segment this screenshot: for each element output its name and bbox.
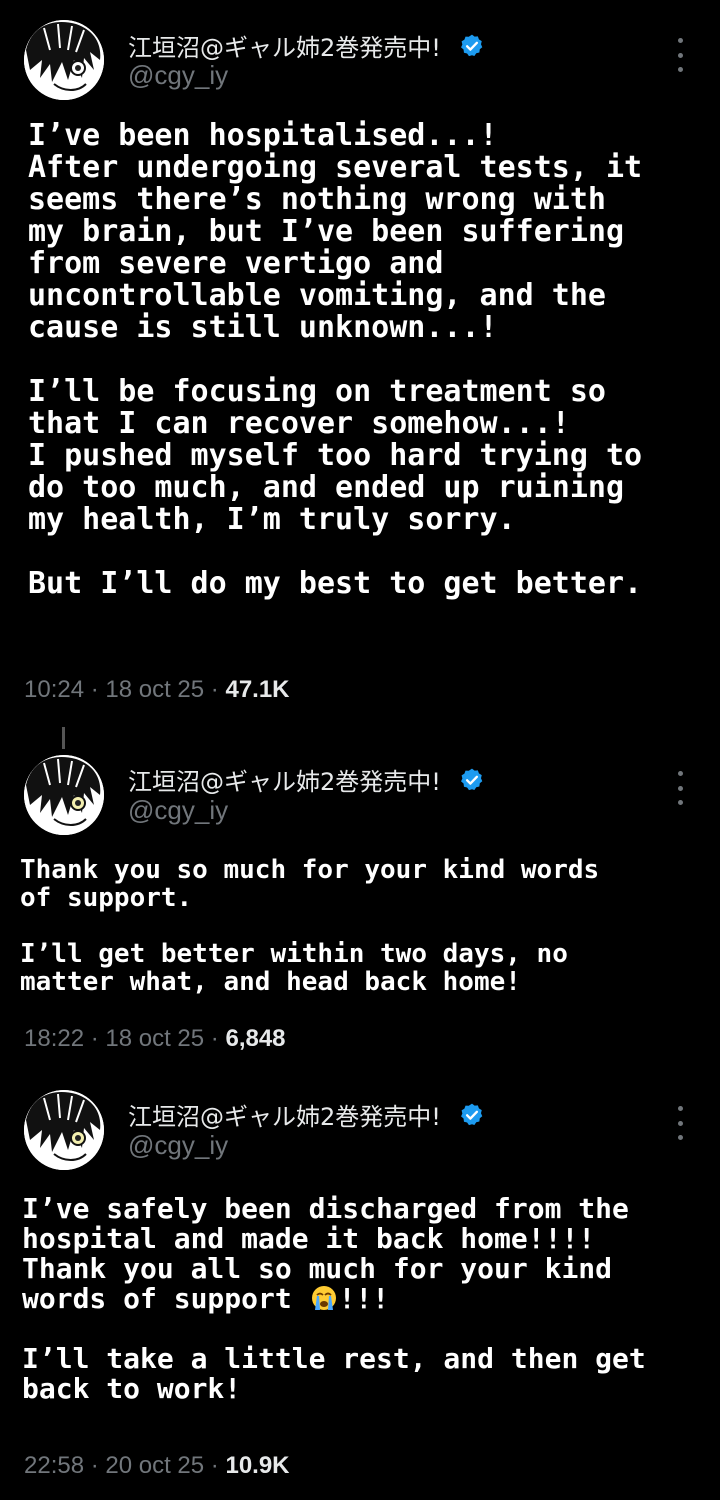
handle[interactable]: @cgy_iy — [128, 60, 228, 91]
more-options-icon[interactable] — [670, 38, 690, 72]
more-options-icon[interactable] — [670, 771, 690, 805]
timestamp[interactable]: 22:58 · 20 oct 25 · — [24, 1452, 225, 1479]
more-options-icon[interactable] — [670, 1106, 690, 1140]
view-count: 6,848 — [225, 1025, 286, 1052]
view-count: 47.1K — [225, 676, 290, 703]
post-meta: 10:24 · 18 oct 25 · 47.1K — [24, 676, 290, 704]
name-row: 江垣沼@ギャル姉2巻発売中! — [128, 762, 485, 797]
verified-badge-icon — [460, 34, 483, 56]
avatar[interactable] — [24, 755, 104, 835]
timestamp[interactable]: 18:22 · 18 oct 25 · — [24, 1025, 225, 1052]
display-name[interactable]: 江垣沼@ギャル姉2巻発売中! — [128, 28, 441, 63]
avatar[interactable] — [24, 20, 104, 100]
display-name[interactable]: 江垣沼@ギャル姉2巻発売中! — [128, 762, 441, 797]
handle[interactable]: @cgy_iy — [128, 1130, 228, 1161]
post-text: I’ve safely been discharged from the hos… — [22, 1194, 646, 1404]
post-meta: 22:58 · 20 oct 25 · 10.9K — [24, 1452, 290, 1480]
post-text: Thank you so much for your kind words of… — [20, 855, 600, 997]
display-name[interactable]: 江垣沼@ギャル姉2巻発売中! — [128, 1097, 441, 1132]
name-row: 江垣沼@ギャル姉2巻発売中! — [128, 28, 485, 63]
verified-badge-icon — [460, 1103, 483, 1125]
view-count: 10.9K — [225, 1452, 290, 1479]
avatar[interactable] — [24, 1090, 104, 1170]
timestamp[interactable]: 10:24 · 18 oct 25 · — [24, 676, 225, 703]
handle[interactable]: @cgy_iy — [128, 795, 228, 826]
post-text: I’ve been hospitalised...! After undergo… — [28, 118, 643, 601]
post-meta: 18:22 · 18 oct 25 · 6,848 — [24, 1025, 286, 1053]
name-row: 江垣沼@ギャル姉2巻発売中! — [128, 1097, 485, 1132]
loudly-crying-face-emoji — [311, 1286, 336, 1310]
thread-connector — [62, 727, 65, 749]
verified-badge-icon — [460, 768, 483, 790]
